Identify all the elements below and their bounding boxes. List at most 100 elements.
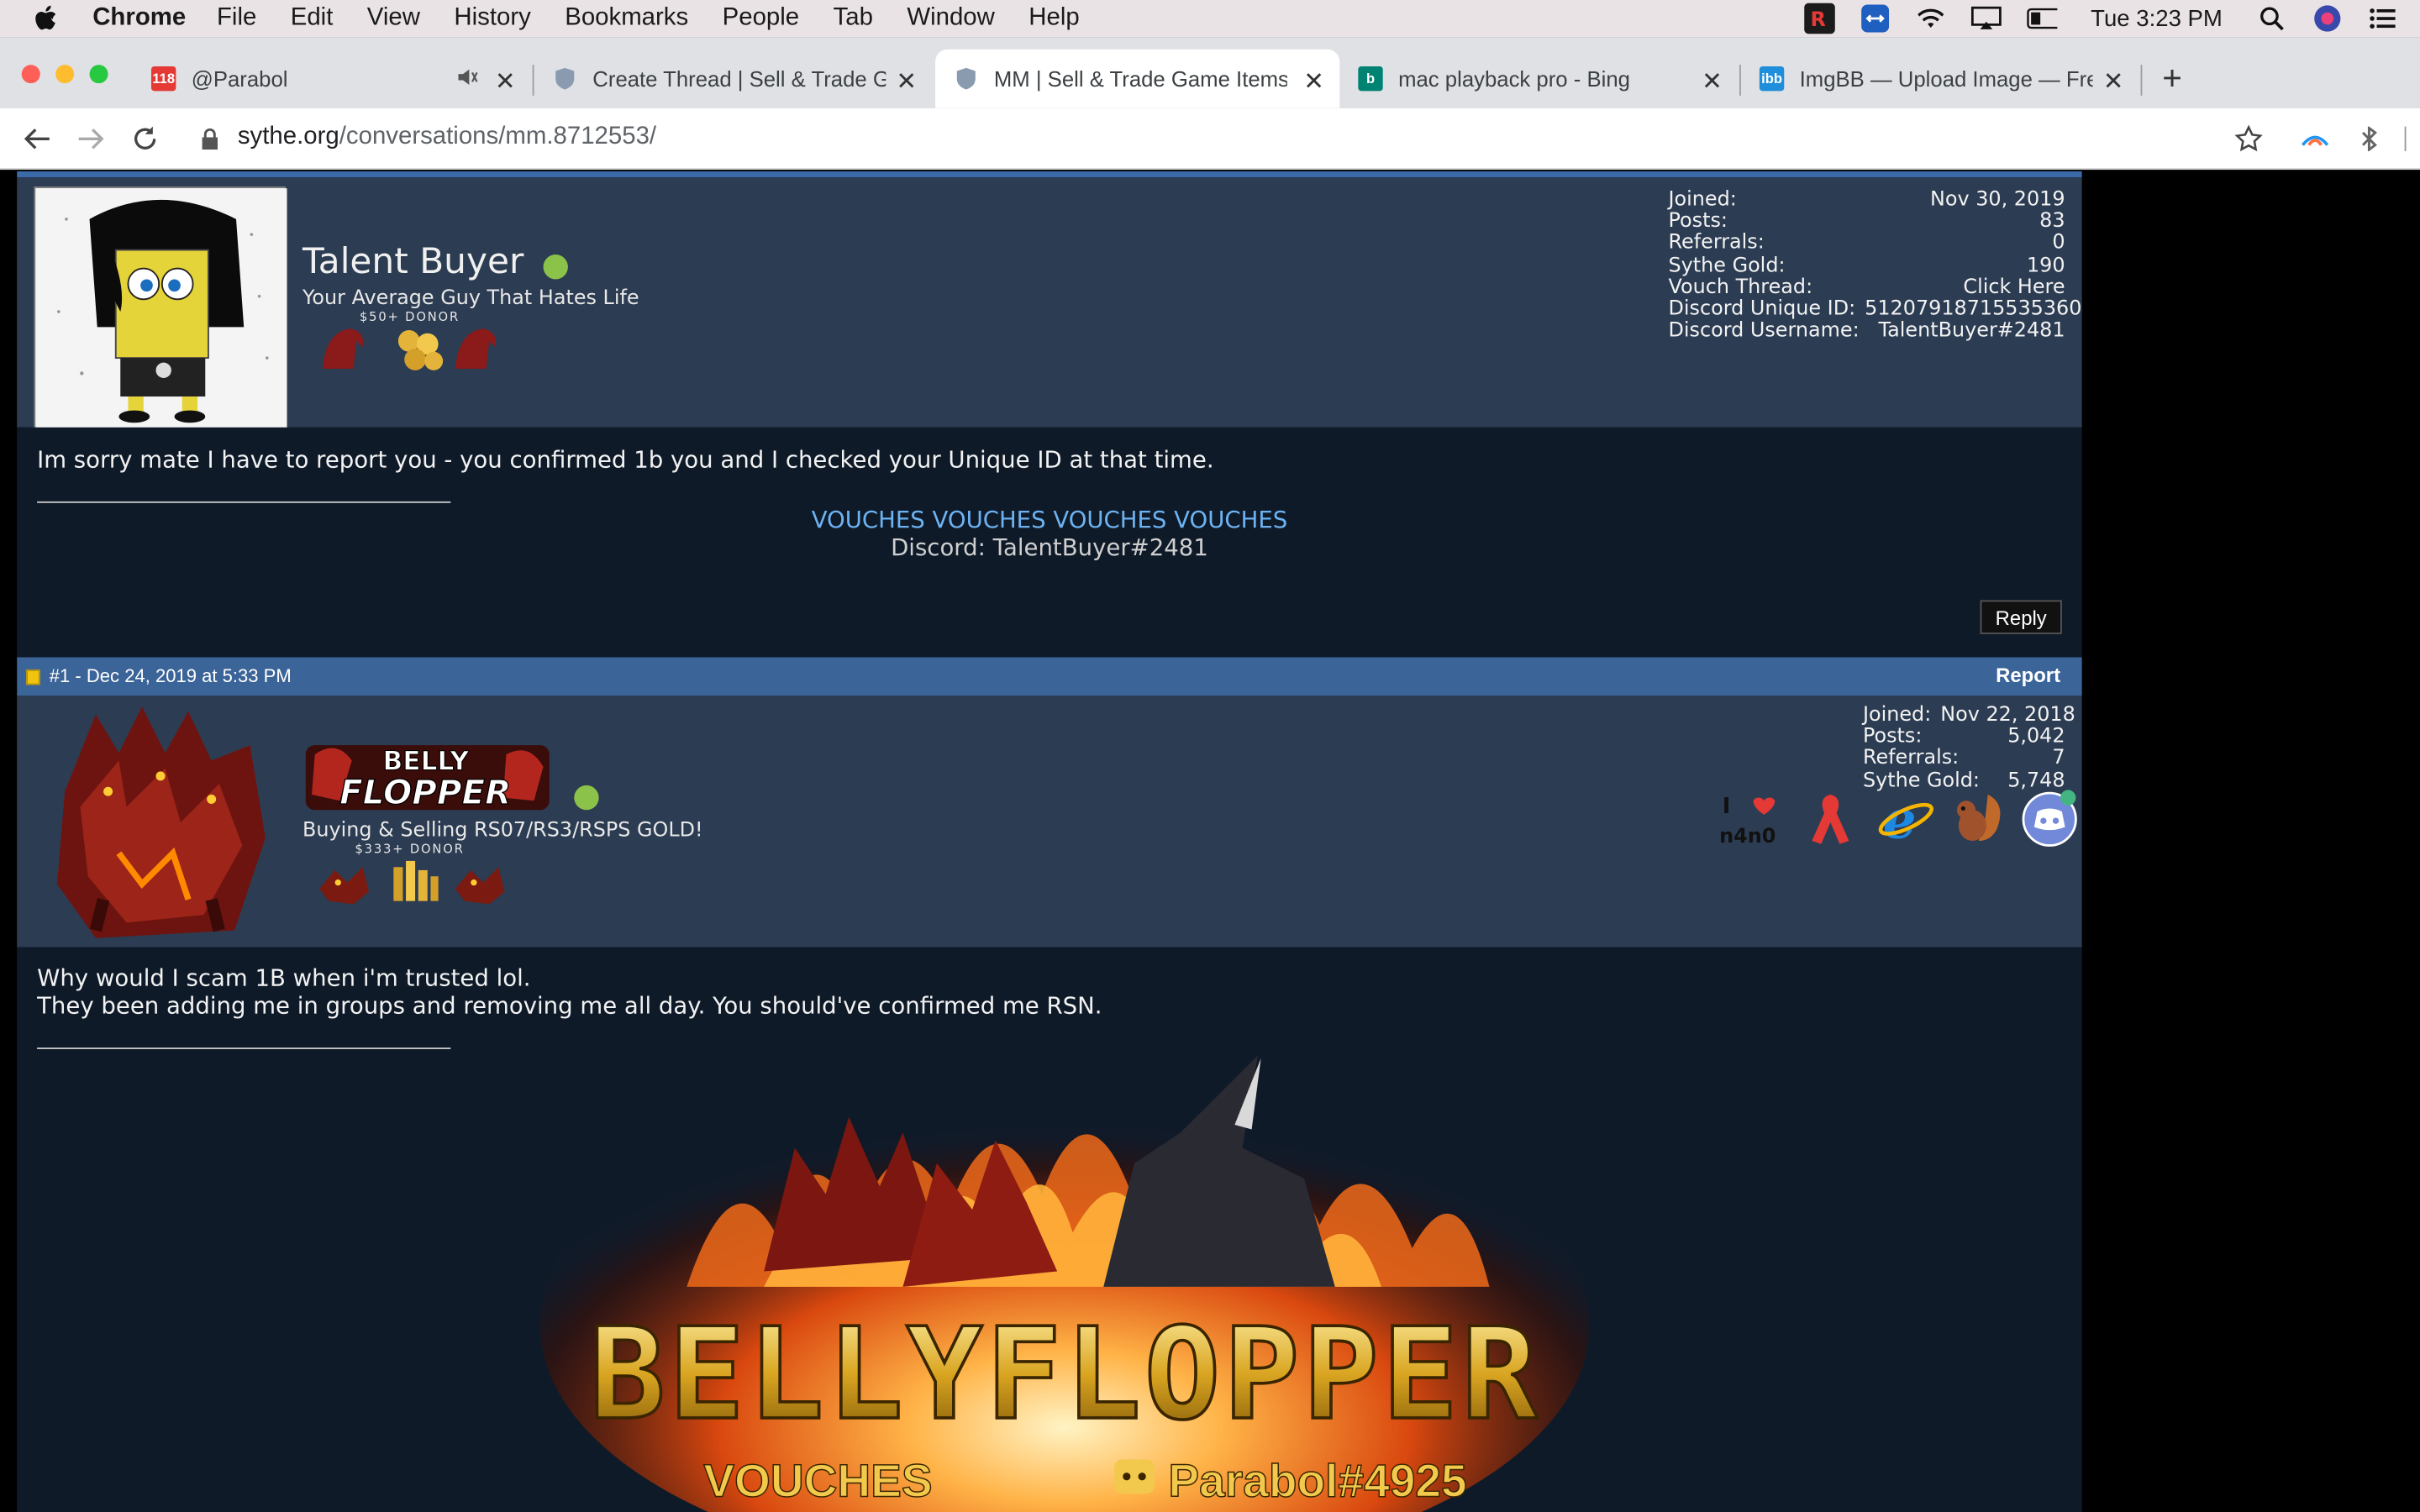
macos-menu-bar: Chrome File Edit View History Bookmarks … xyxy=(0,0,2420,38)
menu-window[interactable]: Window xyxy=(907,5,995,33)
user-stats: Joined: Nov 30, 2019 Posts: 83 Referrals: 0… xyxy=(1668,188,2095,344)
post-message-line-1: Why would I scam 1B when i'm trusted lol… xyxy=(37,963,531,993)
menu-people[interactable]: People xyxy=(723,5,800,33)
browser-toolbar: sythe.org/conversations/mm.8712553/ xyxy=(0,108,2420,171)
username-logo[interactable]: BELLY FLOPPER xyxy=(305,739,550,813)
user-title: Your Average Guy That Hates Life xyxy=(302,286,639,311)
close-tab-icon[interactable]: ✕ xyxy=(495,66,516,97)
post-info-bar: #1 - Dec 24, 2019 at 5:33 PM Report xyxy=(17,657,2082,696)
airplay-icon[interactable] xyxy=(1970,3,2002,34)
tab-bing[interactable]: b mac playback pro - Bing ✕ xyxy=(1339,50,1738,108)
tab-title: @Parabol xyxy=(191,66,288,92)
post-message-line-2: They been adding me in groups and removi… xyxy=(37,992,1102,1021)
post-icon xyxy=(26,669,40,685)
username[interactable]: Talent Buyer xyxy=(302,242,523,282)
tab-title: mac playback pro - Bing xyxy=(1398,66,1630,92)
signature-vouches-link[interactable]: VOUCHES VOUCHES VOUCHES VOUCHES xyxy=(17,506,2082,533)
signature-discord: Discord: TalentBuyer#2481 xyxy=(891,533,1208,562)
teamviewer-icon[interactable] xyxy=(1860,3,1891,34)
donor-badge-icons xyxy=(317,855,518,914)
signature-divider xyxy=(37,1047,451,1049)
runelite-icon[interactable]: R xyxy=(1803,3,1835,34)
tab-title: MM | Sell & Trade Game Items xyxy=(993,66,1287,92)
calendar-badge-icon: 118 xyxy=(151,66,176,92)
wifi-icon[interactable] xyxy=(1915,3,1946,34)
user-title: Buying & Selling RS07/RS3/RSPS GOLD! xyxy=(302,819,703,843)
spotlight-search-icon[interactable] xyxy=(2256,3,2287,34)
close-tab-icon[interactable]: ✕ xyxy=(1702,66,1723,97)
reload-icon[interactable] xyxy=(129,123,160,155)
page-content: Talent Buyer Your Average Guy That Hates… xyxy=(0,171,2420,1512)
menu-bookmarks[interactable]: Bookmarks xyxy=(565,5,688,33)
url-domain: sythe.org xyxy=(237,123,339,150)
report-link[interactable]: Report xyxy=(1996,664,2060,687)
online-status-indicator xyxy=(543,255,568,280)
menu-divider xyxy=(2402,123,2407,155)
svg-text:n4n0: n4n0 xyxy=(1719,824,1776,848)
squirrel-icon[interactable] xyxy=(1951,789,2007,848)
browser-tab-strip: 118 @Parabol ✕ Create Thread | Sell & Tr… xyxy=(0,37,2420,108)
heart-badge-icon[interactable]: In4n0 xyxy=(1719,791,1781,848)
new-tab-icon[interactable]: + xyxy=(2162,59,2182,99)
tab-create-thread[interactable]: Create Thread | Sell & Trade G ✕ xyxy=(534,50,933,108)
tab-parabol[interactable]: 118 @Parabol ✕ xyxy=(133,50,531,108)
close-tab-icon[interactable]: ✕ xyxy=(2103,66,2124,97)
address-bar[interactable]: sythe.org/conversations/mm.8712553/ xyxy=(238,123,656,151)
extension-arc-icon[interactable] xyxy=(2300,123,2331,155)
avatar[interactable] xyxy=(34,186,287,429)
menu-file[interactable]: File xyxy=(217,5,256,33)
user-profile-icon[interactable] xyxy=(2312,3,2343,34)
imgbb-icon: ibb xyxy=(1759,66,1785,92)
post-meta[interactable]: #1 - Dec 24, 2019 at 5:33 PM xyxy=(50,665,292,687)
tab-mm-active[interactable]: MM | Sell & Trade Game Items ✕ xyxy=(935,49,1340,108)
sythe-shield-icon xyxy=(553,66,577,91)
post-message: Im sorry mate I have to report you - you… xyxy=(37,445,1214,474)
donor-badge-icons xyxy=(317,323,518,381)
avatar[interactable] xyxy=(34,699,289,946)
user-stats: Joined: Nov 22, 2018 Posts: 5,042 Referral… xyxy=(1862,703,2075,793)
svg-text:R: R xyxy=(1810,8,1825,31)
post-author-header: Talent Buyer Your Average Guy That Hates… xyxy=(17,177,2095,429)
battery-icon[interactable] xyxy=(2026,3,2057,34)
lock-icon[interactable] xyxy=(194,123,225,155)
bing-icon: b xyxy=(1358,66,1383,92)
sythe-shield-icon xyxy=(954,66,978,91)
signature-banner[interactable]: BELLYFLOPPER VOUCHES Parabol#4925 xyxy=(533,1055,1597,1512)
vouch-thread-link[interactable]: Click Here xyxy=(1963,276,2065,299)
svg-text:I: I xyxy=(1723,794,1731,819)
menu-app-name[interactable]: Chrome xyxy=(92,5,186,33)
window-maximize-button[interactable] xyxy=(89,65,108,84)
menu-history[interactable]: History xyxy=(454,5,530,33)
menu-edit[interactable]: Edit xyxy=(291,5,334,33)
apple-menu-icon[interactable] xyxy=(34,5,65,33)
menu-clock[interactable]: Tue 3:23 PM xyxy=(2091,5,2223,31)
tab-title: ImgBB — Upload Image — Free xyxy=(1799,66,2093,92)
close-tab-icon[interactable]: ✕ xyxy=(1303,66,1324,97)
window-close-button[interactable] xyxy=(21,65,40,84)
svg-text:BELLYFLOPPER: BELLYFLOPPER xyxy=(589,1300,1540,1448)
forward-arrow-icon[interactable] xyxy=(76,123,107,155)
window-minimize-button[interactable] xyxy=(55,65,75,84)
notification-center-icon[interactable] xyxy=(2368,3,2399,34)
svg-text:VOUCHES: VOUCHES xyxy=(703,1455,932,1507)
online-status-indicator xyxy=(574,785,599,811)
menu-tab[interactable]: Tab xyxy=(834,5,873,33)
close-tab-icon[interactable]: ✕ xyxy=(896,66,917,97)
tab-imgbb[interactable]: ibb ImgBB — Upload Image — Free ✕ xyxy=(1741,50,2139,108)
url-path: /conversations/mm.8712553/ xyxy=(339,123,657,150)
svg-text:Parabol#4925: Parabol#4925 xyxy=(1168,1455,1466,1507)
back-arrow-icon[interactable] xyxy=(22,123,53,155)
internet-explorer-icon[interactable]: e xyxy=(1876,788,1935,850)
awareness-ribbon-icon[interactable] xyxy=(1806,789,1855,848)
tab-title: Create Thread | Sell & Trade G xyxy=(592,66,886,92)
menu-view[interactable]: View xyxy=(367,5,420,33)
page-margin-right xyxy=(2081,171,2420,1512)
menu-help[interactable]: Help xyxy=(1028,5,1079,33)
post-author-header: BELLY FLOPPER Buying & Selling RS07/RS3/… xyxy=(17,696,2082,948)
extension-bluetooth-icon[interactable] xyxy=(2354,123,2385,155)
discord-verified-icon[interactable] xyxy=(2022,789,2077,848)
speaker-muted-icon[interactable] xyxy=(457,66,479,92)
bookmark-star-icon[interactable] xyxy=(2233,123,2265,155)
signature-divider xyxy=(37,501,451,503)
reply-button[interactable]: Reply xyxy=(1980,600,2062,634)
